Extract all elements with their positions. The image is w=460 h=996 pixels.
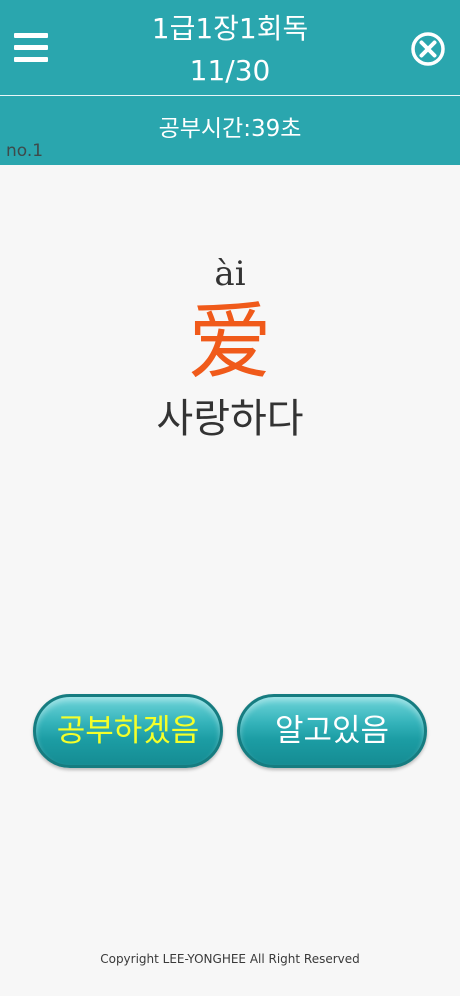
close-icon (411, 32, 445, 66)
copyright-text: Copyright LEE-YONGHEE All Right Reserved (100, 952, 360, 966)
already-know-button[interactable]: 알고있음 (237, 694, 427, 768)
meaning-text: 사랑하다 (156, 396, 304, 442)
will-study-button[interactable]: 공부하겠음 (33, 694, 223, 768)
menu-line (14, 45, 48, 50)
session-title: 1급1장1회독 (151, 12, 309, 45)
menu-line (14, 57, 48, 62)
progress-counter: 11/30 (189, 54, 271, 87)
study-time-label: 공부시간:39초 (158, 116, 302, 142)
menu-line (14, 33, 48, 38)
pinyin-text: ài (214, 254, 246, 294)
close-circle-icon[interactable] (410, 31, 446, 67)
card-number: no.1 (6, 141, 44, 161)
hanzi-character: 爱 (187, 293, 272, 391)
hamburger-menu-icon[interactable] (14, 31, 50, 65)
